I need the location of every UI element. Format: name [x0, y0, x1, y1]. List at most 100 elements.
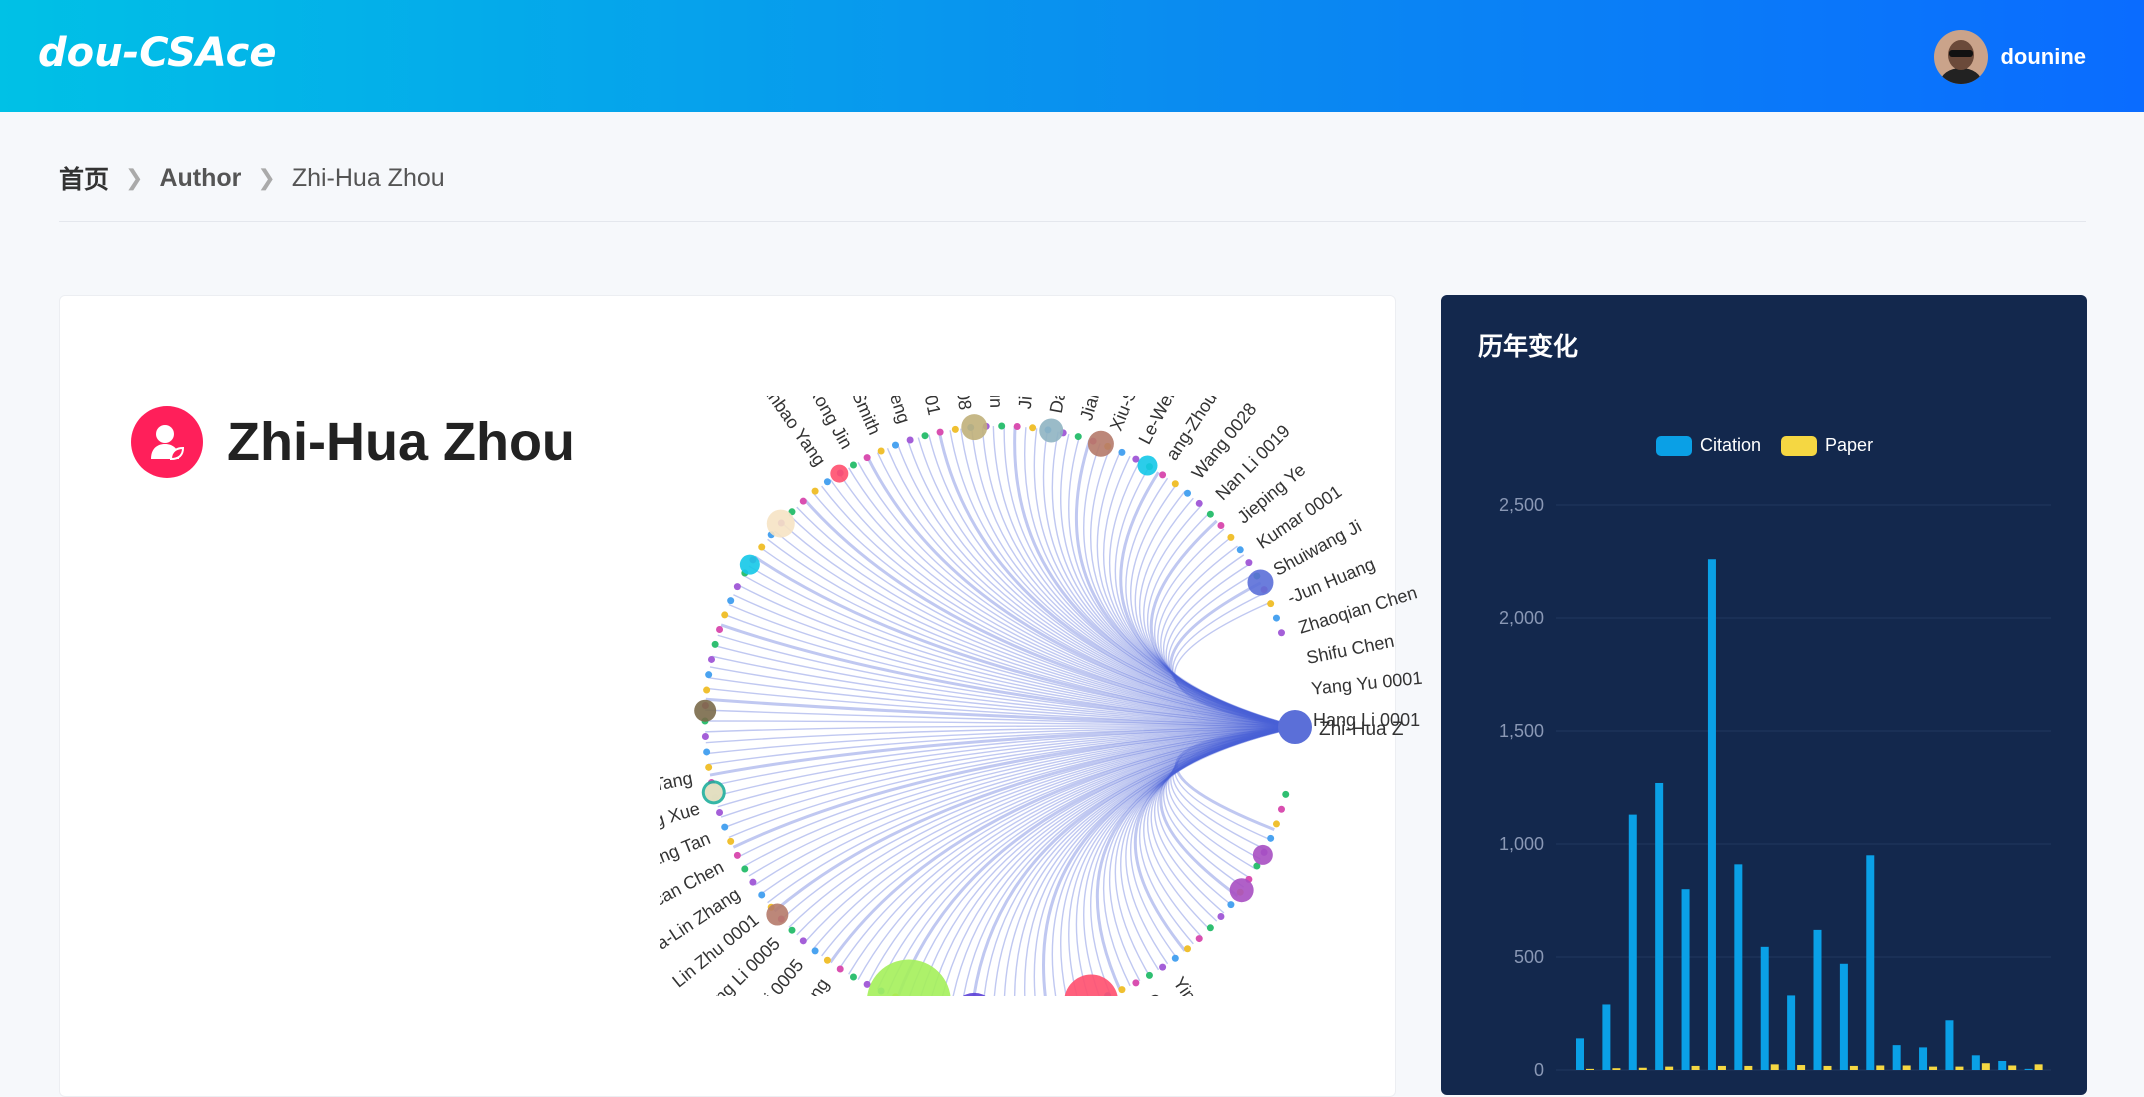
bar-citation [1576, 1038, 1584, 1070]
coauthor-node-small [705, 671, 713, 679]
coauthor-node-small [758, 543, 766, 551]
coauthor-label: Ji Feng [1015, 396, 1040, 410]
coauthor-node-small [721, 611, 729, 619]
coauthor-node [1087, 430, 1114, 457]
bar-paper [1849, 1065, 1858, 1070]
yearly-bar-chart: 0 500 1,000 1,500 2,000 2,500 [1499, 495, 2051, 1080]
coauthor-node-small [823, 956, 831, 964]
coauthor-node-small [921, 432, 929, 440]
coauthor-node-small [1029, 424, 1037, 432]
coauthor-node-small [1227, 901, 1235, 909]
coauthor-node-small [1159, 471, 1167, 479]
breadcrumb-home[interactable]: 首页 [59, 160, 109, 196]
bar-paper [1744, 1065, 1753, 1070]
coauthor-node-small [1132, 979, 1140, 987]
coauthor-node-small [1171, 954, 1179, 962]
coauthor-node-small [1195, 499, 1203, 507]
coauthor-label: Shifu Chen [1305, 631, 1396, 668]
bar-citation [1628, 814, 1637, 1070]
coauthor-node-small [721, 823, 729, 831]
chevron-right-icon: ❯ [125, 165, 144, 190]
bar-citation [1971, 1055, 1980, 1070]
y-tick-label: 1,000 [1499, 834, 1544, 854]
coauthor-node-small [711, 640, 719, 648]
user-avatar[interactable] [1934, 30, 1989, 84]
legend-citation[interactable]: Citation [1656, 435, 1761, 456]
coauthor-node-small [1236, 546, 1244, 554]
bar-paper [1638, 1067, 1647, 1070]
username[interactable]: dounine [2000, 44, 2086, 70]
coauthor-label: Ke Tang [660, 768, 694, 800]
bar-paper [1981, 1063, 1990, 1070]
coauthor-label: Lijun [986, 396, 1007, 408]
coauthor-node-small [1277, 629, 1285, 637]
author-card: Zhi-Hua Zhou Zhi-Hua Z Tianbao Yang Rong J… [59, 295, 1423, 1097]
coauthor-node-small [849, 973, 857, 981]
coauthor-node [963, 992, 986, 996]
coauthor-node-small [1118, 986, 1126, 994]
coauthor-label: 0008 [951, 396, 975, 411]
coauthor-node [704, 783, 723, 802]
coauthor-node-small [823, 478, 831, 486]
y-tick-label: 2,000 [1499, 608, 1544, 628]
app-logo[interactable]: dou-CSAce [38, 30, 277, 76]
author-header: Zhi-Hua Zhou [131, 406, 575, 478]
coauthor-node [961, 414, 988, 441]
bar-citation [1681, 889, 1690, 1070]
coauthor-node [739, 554, 760, 575]
bar-paper [2034, 1064, 2043, 1070]
coauthor-node [766, 509, 795, 538]
coauthor-node-small [1267, 834, 1275, 842]
coauthor-chord-graph[interactable]: Zhi-Hua ZTianbao YangRong Jin. Smithin G… [660, 396, 1430, 996]
bar-citation [1998, 1060, 2007, 1070]
bar-citation [1734, 864, 1743, 1070]
breadcrumb-author[interactable]: Author [159, 164, 241, 193]
bar-paper [1691, 1065, 1700, 1070]
bar-citation [2024, 1068, 2033, 1070]
coauthor-node-small [703, 686, 711, 694]
coauthor-node-small [758, 891, 766, 899]
bar-paper [1823, 1065, 1832, 1070]
coauthor-node-small [1217, 522, 1225, 530]
coauthor-node-small [701, 732, 709, 740]
coauthor-node [1229, 878, 1254, 903]
history-panel: 历年变化 Citation Paper 0 500 1,000 1,500 2,000 2… [1441, 295, 2087, 1095]
bar-paper [1929, 1066, 1938, 1070]
bar-paper [1586, 1068, 1594, 1070]
coauthor-node-small [936, 428, 944, 436]
bar-paper [1876, 1065, 1885, 1070]
coauthor-node [766, 903, 789, 926]
coauthor-label: Yin Zhang [1169, 973, 1231, 996]
coauthor-label: 0001 [916, 396, 944, 417]
coauthor-node-small [727, 597, 735, 605]
bar-paper [1902, 1065, 1911, 1070]
coauthor-node-small [1245, 559, 1253, 567]
bar-citation [1892, 1045, 1901, 1070]
coauthor-node-small [703, 748, 711, 756]
coauthor-node-small [788, 926, 796, 934]
breadcrumb-divider [59, 221, 2086, 222]
coauthor-node-small [1217, 912, 1225, 920]
legend-paper[interactable]: Paper [1781, 435, 1873, 456]
coauthor-node-small [998, 422, 1006, 430]
coauthor-node [867, 959, 951, 996]
coauthor-node-small [1145, 971, 1153, 979]
coauthor-node-small [1195, 935, 1203, 943]
author-name: Zhi-Hua Zhou [227, 412, 575, 472]
coauthor-edge [896, 725, 1296, 996]
center-author-node [1278, 710, 1312, 744]
bar-citation [1707, 559, 1716, 1070]
breadcrumb-current: Zhi-Hua Zhou [291, 163, 445, 192]
coauthor-node-small [1118, 448, 1126, 456]
coauthor-node-small [811, 487, 819, 495]
coauthor-node [1247, 569, 1274, 596]
bar-paper [1770, 1064, 1779, 1070]
coauthor-node-small [849, 461, 857, 469]
coauthor-node-small [877, 447, 885, 455]
user-menu[interactable]: dounine [1934, 30, 2086, 84]
legend-swatch-paper [1781, 435, 1818, 456]
coauthor-node-small [727, 837, 735, 845]
coauthor-node [1137, 455, 1158, 476]
bar-citation [1655, 782, 1664, 1070]
coauthor-node-small [741, 865, 749, 873]
